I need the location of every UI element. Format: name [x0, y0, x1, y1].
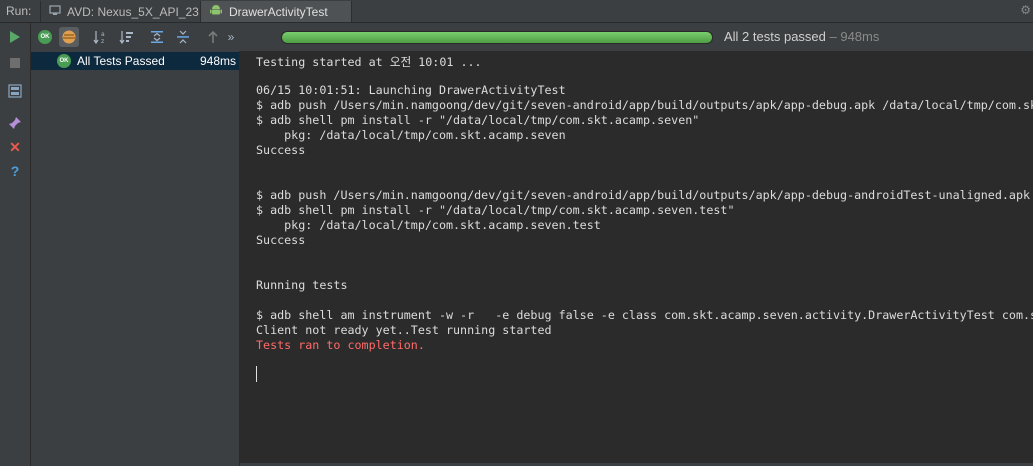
- more-chevron-icon[interactable]: »: [223, 29, 239, 45]
- console-line: pkg: /data/local/tmp/com.skt.acamp.seven…: [256, 218, 601, 232]
- console-output[interactable]: Testing started at 오전 10:01 ... 06/15 10:…: [240, 51, 1033, 464]
- console-line: Running tests: [256, 278, 348, 292]
- tree-row-label: All Tests Passed: [77, 54, 165, 68]
- ignored-icon: [62, 30, 76, 44]
- ok-icon: OK: [57, 54, 71, 68]
- duration-text: – 948ms: [825, 29, 880, 44]
- console-line: Testing started at 오전 10:01 ...: [256, 55, 482, 69]
- tab-label: AVD: Nexus_5X_API_23: [67, 4, 199, 19]
- test-tree: OK All Tests Passed 948ms: [31, 51, 240, 466]
- tab-avd[interactable]: AVD: Nexus_5X_API_23: [40, 1, 208, 22]
- run-tab-bar: Run: AVD: Nexus_5X_API_23 DrawerActivity…: [0, 0, 1033, 23]
- console-line: $ adb shell am instrument -w -r -e debug…: [256, 308, 1033, 322]
- console-line: $ adb push /Users/min.namgoong/dev/git/s…: [256, 188, 1031, 202]
- tab-drawer-activity-test[interactable]: DrawerActivityTest: [200, 1, 352, 22]
- tab-label: DrawerActivityTest: [229, 4, 328, 19]
- console-line: Tests ran to completion.: [256, 338, 425, 352]
- console-line: $ adb shell pm install -r "/data/local/t…: [256, 203, 735, 217]
- sort-alphabetically-icon[interactable]: az: [93, 29, 109, 45]
- console-line: $ adb push /Users/min.namgoong/dev/git/s…: [256, 98, 1033, 112]
- test-progress-bar: [281, 31, 713, 44]
- tree-row-all-tests[interactable]: OK All Tests Passed 948ms: [31, 52, 239, 70]
- stop-icon[interactable]: [7, 55, 23, 71]
- test-runner-toolbar: OK az » All 2 tests passed – 948ms: [31, 23, 1033, 51]
- show-passed-toggle[interactable]: OK: [37, 29, 53, 45]
- console-line: 06/15 10:01:51: Launching DrawerActivity…: [256, 83, 566, 97]
- sort-by-duration-icon[interactable]: [119, 29, 135, 45]
- console-line: Success: [256, 233, 306, 247]
- previous-failed-icon[interactable]: [205, 29, 221, 45]
- test-summary: All 2 tests passed – 948ms: [724, 29, 879, 44]
- console-line: Client not ready yet..Test running start…: [256, 323, 552, 337]
- rerun-play-icon[interactable]: [7, 29, 23, 45]
- close-icon[interactable]: ✕: [7, 139, 23, 155]
- layout-icon[interactable]: [7, 83, 23, 99]
- svg-text:z: z: [101, 38, 104, 45]
- expand-all-icon[interactable]: [149, 29, 165, 45]
- pin-icon[interactable]: [7, 115, 23, 131]
- status-text: All 2 tests passed: [724, 29, 826, 44]
- show-ignored-toggle[interactable]: [59, 27, 79, 47]
- help-icon[interactable]: ?: [7, 163, 23, 179]
- android-icon: [209, 3, 223, 20]
- settings-gear-icon[interactable]: ⚙: [1020, 3, 1031, 17]
- console-line: $ adb shell pm install -r "/data/local/t…: [256, 113, 700, 127]
- ok-icon: OK: [38, 30, 52, 44]
- run-label: Run:: [6, 4, 32, 18]
- svg-text:a: a: [101, 31, 105, 38]
- device-icon: [49, 4, 61, 19]
- run-actions-strip: ✕ ?: [0, 23, 31, 466]
- collapse-all-icon[interactable]: [175, 29, 191, 45]
- console-line: pkg: /data/local/tmp/com.skt.acamp.seven: [256, 128, 566, 142]
- text-caret: [256, 366, 257, 382]
- tree-row-time: 948ms: [199, 54, 236, 68]
- console-line: Success: [256, 143, 306, 157]
- progress-fill: [282, 32, 712, 43]
